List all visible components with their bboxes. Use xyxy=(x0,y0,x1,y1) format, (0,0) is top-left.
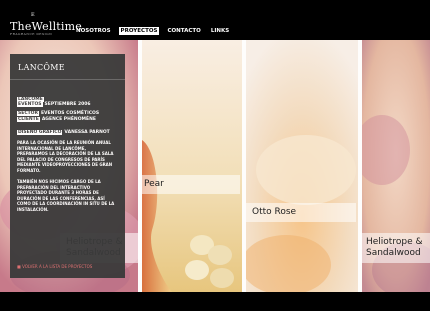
panel-pear xyxy=(142,40,242,292)
project-title: LANCÔME xyxy=(18,63,65,72)
meta-key: SECTOR xyxy=(17,111,39,116)
project-description-2: TAMBIÉN NOS HICIMOS CARGO DE LA PREPARAC… xyxy=(17,179,115,212)
meta-row: EVENTOS SEPTIEMBRE 2006 xyxy=(17,102,91,107)
project-description-1: PARA LA OCASIÓN DE LA REUNIÓN ANUAL INTE… xyxy=(17,140,114,173)
caption-otto-rose: Otto Rose xyxy=(246,203,356,222)
nav-item-nosotros[interactable]: NOSOTROS xyxy=(74,27,113,35)
meta-key: CLIENTE xyxy=(17,117,40,122)
logo-superscript: E xyxy=(31,12,35,18)
logo-tagline: FRAGRANCE DESIGN xyxy=(10,32,53,36)
caption-heliotrope-right: Heliotrope & Sandalwood xyxy=(360,233,430,263)
footer-bar xyxy=(0,292,430,311)
meta-key: DISEÑO GRÁFICO xyxy=(17,130,63,135)
main-nav: NOSOTROS PROYECTOS CONTACTO LINKS xyxy=(74,27,231,35)
back-to-projects-link[interactable]: ■ VOLVER A LA LISTA DE PROYECTOS xyxy=(17,264,92,269)
meta-value: EVENTOS COSMÉTICOS xyxy=(40,111,100,116)
back-link-label: VOLVER A LA LISTA DE PROYECTOS xyxy=(22,264,93,269)
meta-value: AGENCE PHÉNOMÈNE xyxy=(41,117,96,122)
header-bar: TheWelltime E FRAGRANCE DESIGN NOSOTROS … xyxy=(0,0,430,40)
meta-row: CLIENTE AGENCE PHÉNOMÈNE xyxy=(17,117,96,122)
site-logo[interactable]: TheWelltime E FRAGRANCE DESIGN xyxy=(10,12,82,36)
panel-otto-rose xyxy=(246,40,358,292)
meta-value: SEPTIEMBRE 2006 xyxy=(44,102,91,107)
nav-item-links[interactable]: LINKS xyxy=(209,27,231,35)
meta-row: SECTOR EVENTOS COSMÉTICOS xyxy=(17,111,99,116)
caption-pear: Pear xyxy=(138,175,240,194)
nav-item-contacto[interactable]: CONTACTO xyxy=(165,27,202,35)
meta-value: VANESSA PARNOT xyxy=(64,130,110,135)
meta-key: EVENTOS xyxy=(17,102,43,107)
divider xyxy=(10,79,125,80)
meta-row: DISEÑO GRÁFICO VANESSA PARNOT xyxy=(17,130,110,135)
nav-item-proyectos[interactable]: PROYECTOS xyxy=(118,27,160,35)
project-info-panel: LANCÔME LANCÔME EVENTOS SEPTIEMBRE 2006 S… xyxy=(10,54,125,278)
